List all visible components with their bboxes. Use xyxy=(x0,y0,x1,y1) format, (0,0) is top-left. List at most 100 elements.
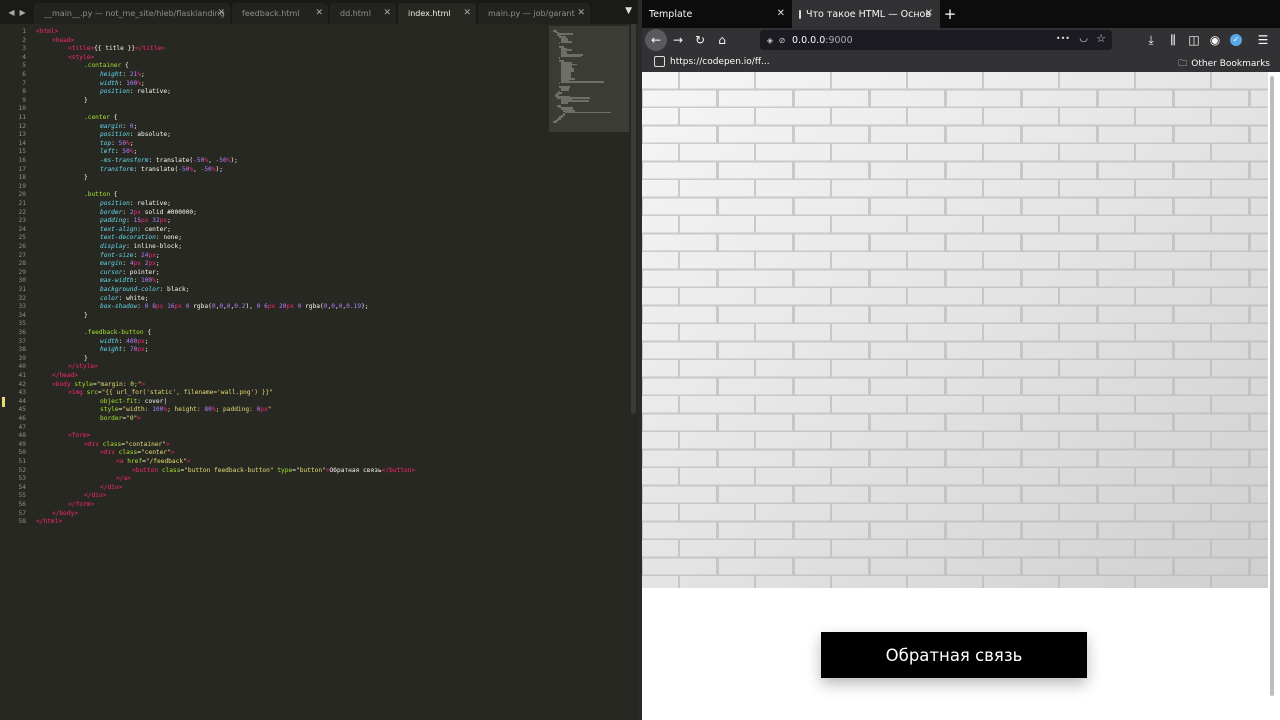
code-text-area[interactable]: <html> <head> <title>{{ title }}</title> <s… xyxy=(36,24,546,720)
code-line: </form> xyxy=(68,501,94,510)
code-token: "0" xyxy=(126,415,138,422)
right-arrow-icon[interactable]: ▶ xyxy=(20,8,26,17)
code-token: : absolute; xyxy=(129,131,171,139)
page-scrollbar[interactable] xyxy=(1270,76,1274,696)
close-icon[interactable]: ✕ xyxy=(777,8,785,19)
code-token: : xyxy=(122,71,130,78)
browser-tab[interactable]: Template ✕ xyxy=(642,0,792,28)
page-actions-icon[interactable]: ••• xyxy=(1056,34,1070,43)
code-token: > xyxy=(186,458,191,465)
code-token: "width: xyxy=(122,406,153,414)
editor-scrollbar[interactable] xyxy=(631,24,636,414)
code-token: </div> xyxy=(84,492,107,500)
url-bar[interactable]: ◈ ⊘ 0.0.0.0:9000 ••• ◡ ☆ xyxy=(760,30,1112,50)
close-icon[interactable]: ✕ xyxy=(315,8,323,18)
close-icon[interactable]: ✕ xyxy=(577,8,585,18)
code-line: border: 2px solid #000000; xyxy=(100,209,197,218)
browser-tab-active[interactable]: Что такое HTML — Основ ✕ xyxy=(792,0,940,28)
code-token: : center; xyxy=(137,225,171,233)
code-line: left: 50%; xyxy=(100,148,137,157)
line-number: 7 xyxy=(22,79,26,87)
other-bookmarks[interactable]: 🗀 Other Bookmarks xyxy=(1178,56,1270,72)
code-token: px xyxy=(148,260,156,268)
code-line: <button class="button feedback-button" t… xyxy=(132,467,415,476)
code-line: <div class="center"> xyxy=(100,449,175,458)
line-number: 19 xyxy=(18,182,26,190)
code-token: ); xyxy=(230,157,238,164)
code-token: "{{ url_for('static', filename='wall.png… xyxy=(101,389,273,397)
code-token: px xyxy=(260,406,268,414)
code-token: <head> xyxy=(52,36,75,44)
downloads-button[interactable]: ⤓ xyxy=(1140,29,1162,51)
close-icon[interactable]: ✕ xyxy=(383,8,391,18)
back-button[interactable]: ← xyxy=(645,29,667,51)
home-button[interactable]: ⌂ xyxy=(711,29,733,51)
bookmark-star-icon[interactable]: ☆ xyxy=(1096,32,1106,45)
tab-navigation-arrows[interactable]: ◀ ▶ xyxy=(0,0,34,24)
line-number: 25 xyxy=(18,234,26,242)
modified-line-marker xyxy=(2,397,5,407)
code-token: ; xyxy=(155,251,160,259)
line-number: 50 xyxy=(18,449,26,457)
reload-button[interactable]: ↻ xyxy=(689,29,711,51)
code-line: </a> xyxy=(116,475,131,484)
code-token: 100 xyxy=(140,277,153,285)
account-button[interactable]: ◉ xyxy=(1204,29,1226,51)
account-icon: ◉ xyxy=(1209,33,1221,47)
editor-tab[interactable]: main.py — job/garant ✕ xyxy=(478,3,590,24)
code-token: <button xyxy=(132,466,159,474)
tab-menu-dropdown-icon[interactable]: ▼ xyxy=(625,6,632,16)
line-number: 45 xyxy=(18,406,26,414)
left-arrow-icon[interactable]: ◀ xyxy=(8,8,14,17)
bookmark-item[interactable]: https://codepen.io/ff... xyxy=(654,56,770,67)
code-token: height xyxy=(100,71,123,78)
editor-tab[interactable]: __main__.py — not_me_site/hleb/flaskland… xyxy=(34,3,230,24)
close-icon[interactable]: ✕ xyxy=(925,8,933,19)
code-line: <div class="container"> xyxy=(84,441,170,450)
close-icon[interactable]: ✕ xyxy=(217,8,225,18)
home-icon: ⌂ xyxy=(718,33,726,47)
code-token: " xyxy=(267,406,272,414)
code-token: <html> xyxy=(36,28,59,35)
code-token: position xyxy=(100,88,130,96)
code-token: .center xyxy=(84,114,111,121)
line-number: 55 xyxy=(18,492,26,500)
minimap-line xyxy=(565,111,611,114)
code-token: { xyxy=(110,114,118,121)
code-token: 100 xyxy=(152,406,164,414)
editor-tab-active[interactable]: index.html ✕ xyxy=(398,3,476,24)
new-tab-button[interactable]: + xyxy=(940,0,960,28)
extension-button[interactable]: ✓ xyxy=(1225,29,1247,51)
code-token: } xyxy=(84,311,88,319)
code-token: font-size xyxy=(100,251,134,259)
code-line: object-fit: cover| xyxy=(100,398,167,407)
line-number: 23 xyxy=(18,217,26,225)
code-token: 0.2 xyxy=(234,303,246,311)
browser-tab-label: Что такое HTML — Основ xyxy=(806,8,931,20)
minimap-line xyxy=(559,57,560,59)
editor-tab-label: dd.html xyxy=(340,9,371,18)
brick-wall-image xyxy=(642,72,1268,588)
code-line: .button { xyxy=(84,191,118,200)
pocket-icon[interactable]: ◡ xyxy=(1079,33,1088,44)
line-number: 53 xyxy=(18,475,26,483)
code-line: } xyxy=(84,355,88,364)
forward-button[interactable]: → xyxy=(667,29,689,51)
code-token: </html> xyxy=(36,518,63,526)
shield-icon[interactable]: ◈ xyxy=(764,36,776,45)
minimap[interactable] xyxy=(549,26,629,132)
menu-button[interactable]: ☰ xyxy=(1252,29,1274,51)
insecure-lock-icon[interactable]: ⊘ xyxy=(776,36,788,45)
reload-icon: ↻ xyxy=(694,33,706,47)
editor-tab-label: __main__.py — not_me_site/hleb/flaskland… xyxy=(44,9,225,18)
code-token: ; xyxy=(141,79,145,87)
editor-tab[interactable]: dd.html ✕ xyxy=(330,3,396,24)
code-line: display: inline-block; xyxy=(100,243,182,252)
line-number: 30 xyxy=(18,277,26,285)
library-button[interactable]: ⫼ xyxy=(1162,29,1184,51)
editor-tab[interactable]: feedback.html ✕ xyxy=(232,3,328,24)
sidebar-button[interactable]: ◫ xyxy=(1183,29,1205,51)
close-icon[interactable]: ✕ xyxy=(463,8,471,18)
feedback-button[interactable]: Обратная связь xyxy=(821,632,1087,678)
code-token: : xyxy=(122,260,130,268)
